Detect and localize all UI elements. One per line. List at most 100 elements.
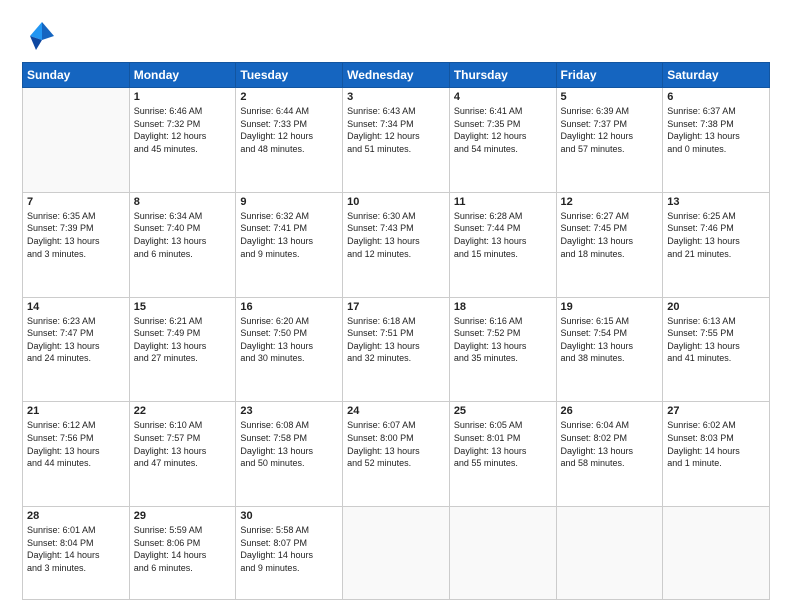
header (22, 18, 770, 54)
day-number: 14 (27, 301, 125, 313)
calendar-cell: 12 Sunrise: 6:27 AM Sunset: 7:45 PM Dayli… (556, 192, 663, 297)
day-number: 15 (134, 301, 232, 313)
calendar-cell: 11 Sunrise: 6:28 AM Sunset: 7:44 PM Dayli… (449, 192, 556, 297)
day-info: Sunrise: 6:23 AM Sunset: 7:47 PM Dayligh… (27, 315, 125, 365)
calendar-week-row: 28Sunrise: 6:01 AM Sunset: 8:04 PM Dayli… (23, 507, 770, 600)
day-number: 11 (454, 196, 552, 208)
calendar-cell (663, 507, 770, 600)
day-number: 27 (667, 405, 765, 417)
calendar-cell: 28Sunrise: 6:01 AM Sunset: 8:04 PM Dayli… (23, 507, 130, 600)
day-number: 19 (561, 301, 659, 313)
day-info: Sunrise: 6:30 AM Sunset: 7:43 PM Dayligh… (347, 210, 445, 260)
day-info: Sunrise: 5:59 AM Sunset: 8:06 PM Dayligh… (134, 524, 232, 574)
calendar-cell: 3 Sunrise: 6:43 AM Sunset: 7:34 PM Daylig… (343, 88, 450, 193)
day-info: Sunrise: 6:08 AM Sunset: 7:58 PM Dayligh… (240, 419, 338, 469)
day-info: Sunrise: 6:04 AM Sunset: 8:02 PM Dayligh… (561, 419, 659, 469)
weekday-header-friday: Friday (556, 63, 663, 88)
calendar-cell: 1 Sunrise: 6:46 AM Sunset: 7:32 PM Daylig… (129, 88, 236, 193)
day-number: 5 (561, 91, 659, 103)
calendar-week-row: 1 Sunrise: 6:46 AM Sunset: 7:32 PM Daylig… (23, 88, 770, 193)
day-info: Sunrise: 6:01 AM Sunset: 8:04 PM Dayligh… (27, 524, 125, 574)
day-info: Sunrise: 6:27 AM Sunset: 7:45 PM Dayligh… (561, 210, 659, 260)
calendar-cell: 26 Sunrise: 6:04 AM Sunset: 8:02 PM Dayli… (556, 402, 663, 507)
calendar-cell: 30 Sunrise: 5:58 AM Sunset: 8:07 PM Dayli… (236, 507, 343, 600)
day-info: Sunrise: 6:25 AM Sunset: 7:46 PM Dayligh… (667, 210, 765, 260)
day-number: 10 (347, 196, 445, 208)
calendar-cell: 19 Sunrise: 6:15 AM Sunset: 7:54 PM Dayli… (556, 297, 663, 402)
day-info: Sunrise: 6:10 AM Sunset: 7:57 PM Dayligh… (134, 419, 232, 469)
day-info: Sunrise: 6:15 AM Sunset: 7:54 PM Dayligh… (561, 315, 659, 365)
calendar-cell: 2 Sunrise: 6:44 AM Sunset: 7:33 PM Daylig… (236, 88, 343, 193)
day-info: Sunrise: 6:16 AM Sunset: 7:52 PM Dayligh… (454, 315, 552, 365)
day-number: 2 (240, 91, 338, 103)
calendar-cell: 7 Sunrise: 6:35 AM Sunset: 7:39 PM Daylig… (23, 192, 130, 297)
day-info: Sunrise: 6:44 AM Sunset: 7:33 PM Dayligh… (240, 105, 338, 155)
weekday-header-monday: Monday (129, 63, 236, 88)
day-number: 1 (134, 91, 232, 103)
calendar-cell (449, 507, 556, 600)
day-number: 30 (240, 510, 338, 522)
calendar-cell: 10 Sunrise: 6:30 AM Sunset: 7:43 PM Dayli… (343, 192, 450, 297)
day-number: 6 (667, 91, 765, 103)
calendar-cell: 14 Sunrise: 6:23 AM Sunset: 7:47 PM Dayli… (23, 297, 130, 402)
calendar-cell: 4Sunrise: 6:41 AM Sunset: 7:35 PM Daylig… (449, 88, 556, 193)
day-info: Sunrise: 6:46 AM Sunset: 7:32 PM Dayligh… (134, 105, 232, 155)
day-info: Sunrise: 6:02 AM Sunset: 8:03 PM Dayligh… (667, 419, 765, 469)
day-info: Sunrise: 6:12 AM Sunset: 7:56 PM Dayligh… (27, 419, 125, 469)
calendar-cell (556, 507, 663, 600)
day-info: Sunrise: 6:43 AM Sunset: 7:34 PM Dayligh… (347, 105, 445, 155)
day-info: Sunrise: 6:34 AM Sunset: 7:40 PM Dayligh… (134, 210, 232, 260)
day-number: 29 (134, 510, 232, 522)
day-number: 8 (134, 196, 232, 208)
calendar-cell: 22 Sunrise: 6:10 AM Sunset: 7:57 PM Dayli… (129, 402, 236, 507)
day-number: 24 (347, 405, 445, 417)
calendar-cell: 5 Sunrise: 6:39 AM Sunset: 7:37 PM Daylig… (556, 88, 663, 193)
calendar-cell: 9Sunrise: 6:32 AM Sunset: 7:41 PM Daylig… (236, 192, 343, 297)
calendar-cell (23, 88, 130, 193)
weekday-header-thursday: Thursday (449, 63, 556, 88)
calendar-cell: 20 Sunrise: 6:13 AM Sunset: 7:55 PM Dayli… (663, 297, 770, 402)
calendar-week-row: 7 Sunrise: 6:35 AM Sunset: 7:39 PM Daylig… (23, 192, 770, 297)
day-number: 7 (27, 196, 125, 208)
day-info: Sunrise: 5:58 AM Sunset: 8:07 PM Dayligh… (240, 524, 338, 574)
day-info: Sunrise: 6:07 AM Sunset: 8:00 PM Dayligh… (347, 419, 445, 469)
calendar-cell: 23Sunrise: 6:08 AM Sunset: 7:58 PM Dayli… (236, 402, 343, 507)
day-number: 17 (347, 301, 445, 313)
day-info: Sunrise: 6:18 AM Sunset: 7:51 PM Dayligh… (347, 315, 445, 365)
page: SundayMondayTuesdayWednesdayThursdayFrid… (0, 0, 792, 612)
day-info: Sunrise: 6:35 AM Sunset: 7:39 PM Dayligh… (27, 210, 125, 260)
calendar-cell: 6 Sunrise: 6:37 AM Sunset: 7:38 PM Daylig… (663, 88, 770, 193)
calendar-table: SundayMondayTuesdayWednesdayThursdayFrid… (22, 62, 770, 600)
day-info: Sunrise: 6:05 AM Sunset: 8:01 PM Dayligh… (454, 419, 552, 469)
calendar-cell: 17 Sunrise: 6:18 AM Sunset: 7:51 PM Dayli… (343, 297, 450, 402)
day-info: Sunrise: 6:37 AM Sunset: 7:38 PM Dayligh… (667, 105, 765, 155)
logo-icon (22, 18, 58, 54)
day-info: Sunrise: 6:13 AM Sunset: 7:55 PM Dayligh… (667, 315, 765, 365)
weekday-header-tuesday: Tuesday (236, 63, 343, 88)
day-info: Sunrise: 6:20 AM Sunset: 7:50 PM Dayligh… (240, 315, 338, 365)
weekday-header-sunday: Sunday (23, 63, 130, 88)
day-number: 12 (561, 196, 659, 208)
day-number: 20 (667, 301, 765, 313)
day-number: 16 (240, 301, 338, 313)
day-number: 25 (454, 405, 552, 417)
day-number: 26 (561, 405, 659, 417)
calendar-cell: 21 Sunrise: 6:12 AM Sunset: 7:56 PM Dayli… (23, 402, 130, 507)
calendar-week-row: 14 Sunrise: 6:23 AM Sunset: 7:47 PM Dayli… (23, 297, 770, 402)
day-number: 22 (134, 405, 232, 417)
day-number: 13 (667, 196, 765, 208)
weekday-header-wednesday: Wednesday (343, 63, 450, 88)
day-number: 3 (347, 91, 445, 103)
calendar-cell: 16 Sunrise: 6:20 AM Sunset: 7:50 PM Dayli… (236, 297, 343, 402)
day-info: Sunrise: 6:32 AM Sunset: 7:41 PM Dayligh… (240, 210, 338, 260)
calendar-cell: 18Sunrise: 6:16 AM Sunset: 7:52 PM Dayli… (449, 297, 556, 402)
calendar-cell: 27 Sunrise: 6:02 AM Sunset: 8:03 PM Dayli… (663, 402, 770, 507)
day-number: 21 (27, 405, 125, 417)
calendar-cell: 13 Sunrise: 6:25 AM Sunset: 7:46 PM Dayli… (663, 192, 770, 297)
calendar-cell: 15Sunrise: 6:21 AM Sunset: 7:49 PM Dayli… (129, 297, 236, 402)
calendar-cell: 29 Sunrise: 5:59 AM Sunset: 8:06 PM Dayli… (129, 507, 236, 600)
calendar-cell: 25 Sunrise: 6:05 AM Sunset: 8:01 PM Dayli… (449, 402, 556, 507)
calendar-cell: 8 Sunrise: 6:34 AM Sunset: 7:40 PM Daylig… (129, 192, 236, 297)
day-info: Sunrise: 6:39 AM Sunset: 7:37 PM Dayligh… (561, 105, 659, 155)
day-info: Sunrise: 6:28 AM Sunset: 7:44 PM Dayligh… (454, 210, 552, 260)
